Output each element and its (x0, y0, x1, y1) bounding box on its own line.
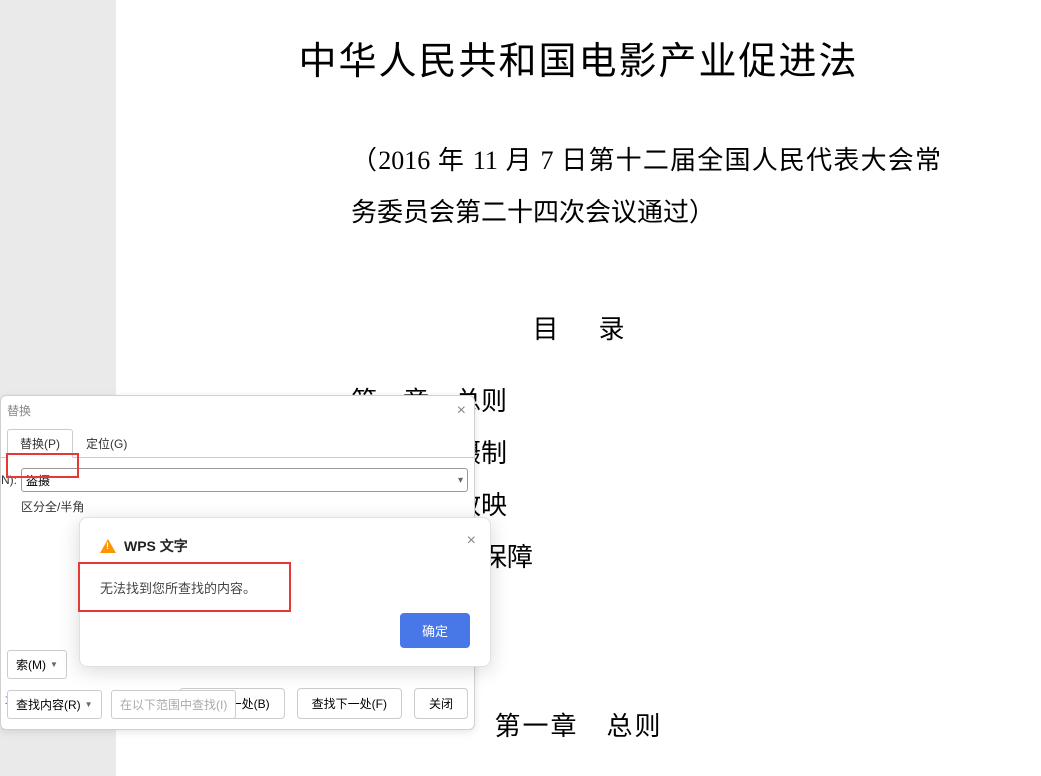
close-icon[interactable]: × (457, 402, 466, 420)
close-button[interactable]: 关闭 (414, 688, 468, 719)
search-content-dropdown[interactable]: 查找内容(R) ▼ (7, 690, 102, 719)
search-content-label: 查找内容(R) (16, 696, 81, 713)
document-subtitle: （2016 年 11 月 7 日第十二届全国人民代表大会常务委员会第二十四次会议… (351, 135, 941, 239)
tab-replace[interactable]: 替换(P) (7, 429, 73, 458)
options-label: 区分全/半角 (1, 494, 474, 519)
message-dialog: WPS 文字 × 无法找到您所查找的内容。 确定 (79, 517, 491, 667)
toc-header: 目录 (166, 309, 991, 346)
find-input-label: N): (1, 473, 17, 487)
close-icon[interactable]: × (467, 532, 476, 550)
find-input[interactable] (26, 469, 458, 491)
msg-content: 无法找到您所查找的内容。 (100, 578, 470, 597)
find-next-button[interactable]: 查找下一处(F) (297, 688, 402, 719)
bottom-row-2: 查找内容(R) ▼ 在以下范围中查找(I) 查找上一处(B) 查找下一处(F) … (1, 688, 474, 719)
search-mode-label: 索(M) (16, 656, 46, 673)
find-tabs: 替换(P) 定位(G) (1, 429, 474, 458)
chevron-down-icon: ▼ (85, 700, 93, 709)
find-input-row: N): ▾ (1, 458, 474, 494)
dialog-title-suffix: 替换 (1, 396, 474, 423)
find-input-wrapper: ▾ (21, 468, 468, 492)
tab-goto[interactable]: 定位(G) (73, 429, 140, 458)
msg-title: WPS 文字 (124, 536, 188, 556)
document-title: 中华人民共和国电影产业促进法 (166, 30, 991, 85)
chevron-down-icon: ▼ (50, 660, 58, 669)
ok-button[interactable]: 确定 (400, 613, 470, 648)
warning-icon (100, 539, 116, 553)
msg-title-row: WPS 文字 (100, 536, 470, 556)
chevron-down-icon[interactable]: ▾ (458, 475, 463, 486)
hidden-scope-item: 在以下范围中查找(I) (111, 690, 236, 719)
search-mode-dropdown[interactable]: 索(M) ▼ (7, 650, 67, 679)
